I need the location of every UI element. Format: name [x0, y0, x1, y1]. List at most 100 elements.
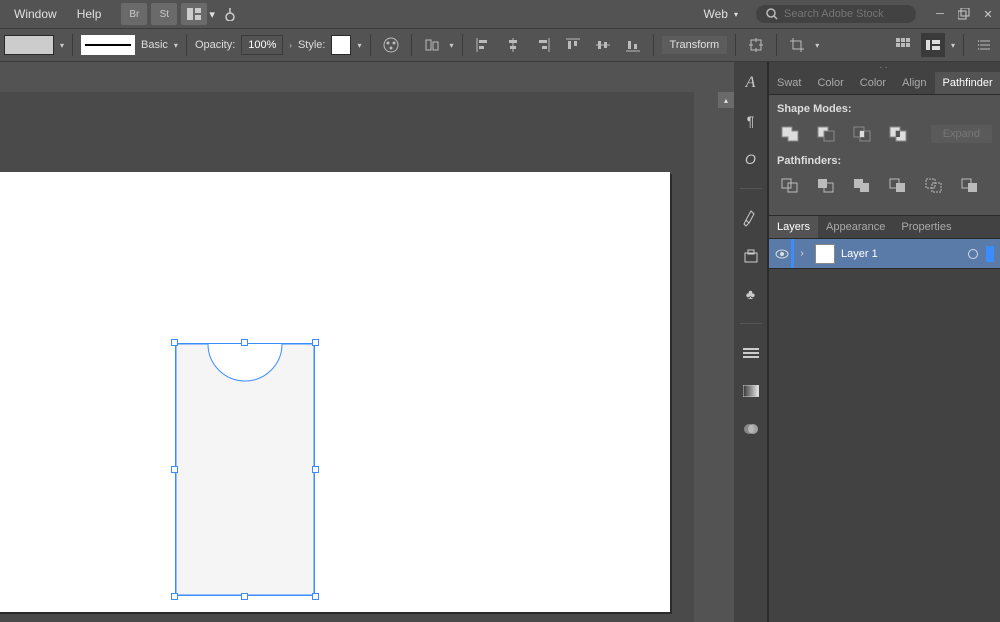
grid-view-icon[interactable] [891, 33, 915, 57]
panel-arrange-icon[interactable] [921, 33, 945, 57]
workspace-label: Web [704, 7, 728, 21]
canvas[interactable] [0, 92, 694, 622]
pathfinder-panel: Shape Modes: Expand Pathfinders: [769, 95, 1000, 215]
tab-color[interactable]: Color [809, 72, 851, 94]
artboard [0, 172, 670, 612]
crop-button[interactable] [885, 175, 911, 197]
basic-label: Basic [141, 39, 168, 51]
vertical-scrollbar[interactable]: ▴ [718, 92, 734, 622]
trim-button[interactable] [813, 175, 839, 197]
gpu-preview-icon[interactable] [217, 3, 243, 25]
layer-expand-icon[interactable]: › [795, 248, 809, 259]
shape-modes-heading: Shape Modes: [777, 103, 992, 115]
align-to-caret-icon[interactable]: ▾ [450, 41, 454, 50]
style-swatch[interactable] [331, 35, 351, 55]
tab-color-guide[interactable]: Color [852, 72, 894, 94]
brushes-panel-icon[interactable] [738, 205, 764, 231]
character-panel-icon[interactable]: A [738, 70, 764, 96]
tab-swatches[interactable]: Swat [769, 72, 809, 94]
search-icon [766, 8, 778, 20]
crop-icon[interactable] [785, 33, 809, 57]
align-top-icon[interactable] [561, 33, 585, 57]
merge-button[interactable] [849, 175, 875, 197]
handle-tm[interactable] [241, 339, 248, 346]
opacity-label: Opacity: [195, 39, 235, 51]
paragraph-panel-icon[interactable]: ¶ [738, 108, 764, 134]
handle-tl[interactable] [171, 339, 178, 346]
layer-target-icon[interactable] [968, 249, 978, 259]
workspace-dropdown[interactable]: Web ▾ [694, 4, 748, 24]
tab-layers[interactable]: Layers [769, 216, 818, 238]
panel-menu-icon[interactable] [972, 33, 996, 57]
tab-pathfinder[interactable]: Pathfinder [935, 72, 1000, 94]
minimize-button[interactable]: ─ [932, 6, 948, 22]
align-right-icon[interactable] [531, 33, 555, 57]
align-left-icon[interactable] [471, 33, 495, 57]
visibility-toggle-icon[interactable] [775, 247, 789, 261]
transparency-panel-icon[interactable] [738, 416, 764, 442]
opacity-field[interactable]: 100% [241, 35, 283, 55]
fill-caret-icon[interactable]: ▾ [60, 41, 64, 50]
pathfinders-heading: Pathfinders: [777, 155, 992, 167]
main-area: ▴ A ¶ O ♣ Swat Color Color Align Pathfin… [0, 62, 1000, 622]
align-vcenter-icon[interactable] [591, 33, 615, 57]
fill-swatch[interactable] [4, 35, 54, 55]
arrange-documents-icon[interactable] [181, 3, 207, 25]
style-caret-icon[interactable]: ▾ [357, 41, 361, 50]
outline-button[interactable] [921, 175, 947, 197]
minus-back-button[interactable] [957, 175, 983, 197]
handle-bm[interactable] [241, 593, 248, 600]
arrange-caret-icon[interactable]: ▾ [209, 8, 215, 21]
symbols2-panel-icon[interactable]: ♣ [738, 281, 764, 307]
opacity-caret-icon[interactable]: › [289, 41, 292, 50]
menu-help[interactable]: Help [67, 3, 112, 25]
divide-button[interactable] [777, 175, 803, 197]
right-panels: Swat Color Color Align Pathfinder Shape … [768, 62, 1000, 622]
tab-appearance[interactable]: Appearance [818, 216, 893, 238]
tab-properties[interactable]: Properties [893, 216, 959, 238]
symbols-panel-icon[interactable] [738, 243, 764, 269]
stock-icon[interactable]: St [151, 3, 177, 25]
stroke-panel-icon[interactable] [738, 340, 764, 366]
adobe-stock-search[interactable] [756, 5, 916, 23]
panel-arrange-caret-icon[interactable]: ▾ [951, 41, 955, 50]
menubar: Window Help Br St ▾ Web ▾ ─ ✕ [0, 0, 1000, 28]
exclude-button[interactable] [885, 123, 911, 145]
gradient-panel-icon[interactable] [738, 378, 764, 404]
stroke-preview[interactable] [81, 35, 135, 55]
handle-bl[interactable] [171, 593, 178, 600]
isolate-icon[interactable] [744, 33, 768, 57]
menu-window[interactable]: Window [4, 3, 67, 25]
document-area: ▴ [0, 62, 734, 622]
tab-align[interactable]: Align [894, 72, 934, 94]
scroll-up-icon[interactable]: ▴ [718, 92, 734, 108]
align-to-icon[interactable] [420, 33, 444, 57]
intersect-button[interactable] [849, 123, 875, 145]
search-input[interactable] [784, 8, 906, 20]
minus-front-button[interactable] [813, 123, 839, 145]
recolor-icon[interactable] [379, 33, 403, 57]
layers-panel: › Layer 1 [769, 239, 1000, 622]
layer-row[interactable]: › Layer 1 [769, 239, 1000, 269]
layer-selection-indicator[interactable] [986, 246, 994, 262]
handle-ml[interactable] [171, 466, 178, 473]
chevron-down-icon: ▾ [734, 10, 738, 19]
handle-br[interactable] [312, 593, 319, 600]
upper-panel-tabs: Swat Color Color Align Pathfinder [769, 72, 1000, 95]
stroke-profile-caret-icon[interactable]: ▾ [174, 41, 178, 50]
handle-tr[interactable] [312, 339, 319, 346]
restore-button[interactable] [956, 6, 972, 22]
bridge-icon[interactable]: Br [121, 3, 147, 25]
opentype-panel-icon[interactable]: O [738, 146, 764, 172]
align-hcenter-icon[interactable] [501, 33, 525, 57]
style-label: Style: [298, 39, 326, 51]
close-button[interactable]: ✕ [980, 6, 996, 22]
crop-caret-icon[interactable]: ▾ [815, 41, 819, 50]
align-bottom-icon[interactable] [621, 33, 645, 57]
handle-mr[interactable] [312, 466, 319, 473]
panel-drag-handle[interactable] [769, 62, 1000, 72]
transform-button[interactable]: Transform [662, 36, 728, 54]
unite-button[interactable] [777, 123, 803, 145]
layer-name[interactable]: Layer 1 [841, 248, 878, 260]
selection-bounding-box[interactable] [175, 343, 315, 596]
